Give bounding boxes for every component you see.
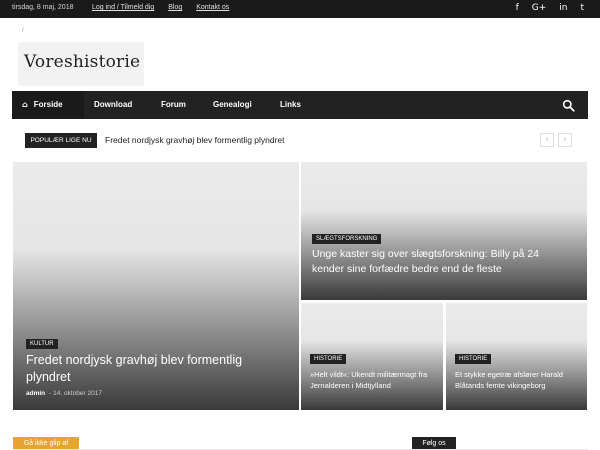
nav-item-links[interactable]: Links bbox=[280, 91, 301, 119]
category-badge[interactable]: HISTORIE bbox=[310, 354, 347, 364]
article-title[interactable]: Et stykke egetræ afslører Harald Blåtand… bbox=[455, 369, 585, 391]
category-badge[interactable]: HISTORIE bbox=[455, 354, 492, 364]
article-card[interactable]: SLÆGTSFORSKNING Unge kaster sig over slæ… bbox=[301, 162, 587, 300]
logo-text: Voreshistorie bbox=[24, 52, 141, 72]
ticker-next-button[interactable]: › bbox=[558, 133, 572, 147]
top-links: Log ind / Tilmeld dig Blog Kontakt os bbox=[92, 4, 241, 11]
article-meta: admin - 14. oktober 2017 bbox=[26, 390, 102, 397]
article-image bbox=[301, 162, 587, 300]
login-link[interactable]: Log ind / Tilmeld dig bbox=[92, 4, 154, 11]
nav-item-forum[interactable]: Forum bbox=[161, 91, 186, 119]
nav-item-genealogi[interactable]: Genealogi bbox=[213, 91, 252, 119]
twitter-icon[interactable]: t bbox=[580, 3, 584, 13]
nav-item-label: Forside bbox=[33, 100, 63, 109]
linkedin-icon[interactable]: in bbox=[559, 3, 567, 13]
facebook-icon[interactable]: f bbox=[516, 3, 519, 13]
blog-link[interactable]: Blog bbox=[168, 4, 182, 11]
main-nav: ⌂ Forside Download Forum Genealogi Links bbox=[12, 91, 588, 119]
article-date: 14. oktober 2017 bbox=[53, 390, 102, 397]
site-logo[interactable]: Voreshistorie bbox=[18, 42, 144, 86]
top-bar: tirsdag, 8 maj, 2018 Log ind / Tilmeld d… bbox=[0, 0, 600, 18]
contact-link[interactable]: Kontakt os bbox=[196, 4, 229, 11]
social-links: f G+ in t bbox=[516, 3, 584, 13]
category-badge[interactable]: SLÆGTSFORSKNING bbox=[312, 234, 382, 244]
article-title[interactable]: Fredet nordjysk gravhøj blev formentlig … bbox=[26, 352, 276, 386]
nav-item-forside[interactable]: ⌂ Forside bbox=[12, 91, 84, 119]
current-date: tirsdag, 8 maj, 2018 bbox=[12, 4, 74, 11]
nav-item-download[interactable]: Download bbox=[94, 91, 132, 119]
author-link[interactable]: admin bbox=[26, 390, 45, 397]
category-badge[interactable]: KULTUR bbox=[26, 339, 58, 349]
featured-article-card[interactable]: KULTUR Fredet nordjysk gravhøj blev form… bbox=[13, 162, 299, 410]
search-icon bbox=[562, 99, 575, 112]
article-card[interactable]: HISTORIE Et stykke egetræ afslører Haral… bbox=[446, 303, 587, 410]
trending-headline[interactable]: Fredet nordjysk gravhøj blev formentlig … bbox=[105, 135, 285, 145]
article-title[interactable]: Unge kaster sig over slægtsforskning: Bi… bbox=[312, 247, 572, 277]
ticker-prev-button[interactable]: ‹ bbox=[540, 133, 554, 147]
article-card[interactable]: HISTORIE »Helt vildt«: Ukendt militærmag… bbox=[301, 303, 443, 410]
article-title[interactable]: »Helt vildt«: Ukendt militærmagt fra Jer… bbox=[310, 369, 440, 391]
search-button[interactable] bbox=[554, 91, 582, 119]
meta-separator: - bbox=[49, 390, 52, 397]
home-icon: ⌂ bbox=[22, 100, 28, 109]
trending-label: POPULÆR LIGE NU bbox=[25, 133, 97, 148]
logo-mark: / bbox=[22, 28, 24, 34]
ticker-controls: ‹ › bbox=[540, 133, 572, 147]
google-plus-icon[interactable]: G+ bbox=[532, 3, 547, 13]
